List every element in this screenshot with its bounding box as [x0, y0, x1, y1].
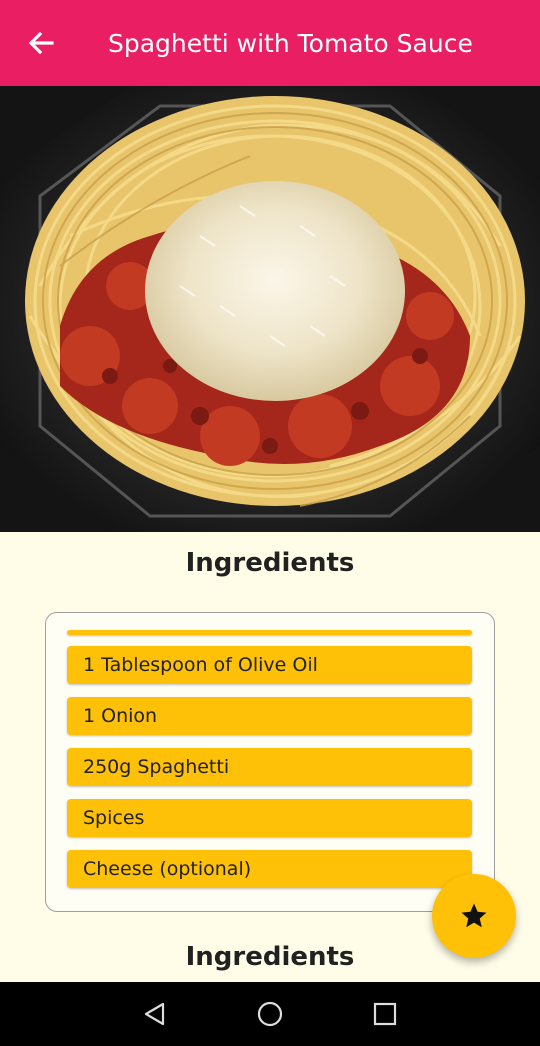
list-item[interactable] [67, 630, 472, 635]
ingredients-heading: Ingredients [185, 548, 355, 578]
arrow-back-icon [28, 31, 54, 55]
spaghetti-with-tomato-sauce-photo [0, 86, 540, 532]
list-item[interactable]: 250g Spaghetti [67, 748, 472, 786]
list-item[interactable]: Cheese (optional) [67, 850, 472, 888]
page-title: Spaghetti with Tomato Sauce [108, 29, 473, 58]
nav-recents-icon [373, 1002, 397, 1026]
nav-back-icon [144, 1002, 165, 1026]
nav-home-icon [257, 1001, 283, 1027]
nav-home-button[interactable] [256, 1000, 284, 1028]
recipe-image [0, 86, 540, 532]
back-button[interactable] [26, 28, 56, 58]
system-nav-bar [0, 982, 540, 1046]
list-item[interactable]: Spices [67, 799, 472, 837]
favorite-fab[interactable] [432, 874, 516, 958]
list-item[interactable]: 1 Onion [67, 697, 472, 735]
nav-recents-button[interactable] [371, 1000, 399, 1028]
app-bar: Spaghetti with Tomato Sauce [0, 0, 540, 86]
nav-back-button[interactable] [141, 1000, 169, 1028]
star-icon [461, 903, 487, 928]
ingredients-card[interactable]: 1 Tablespoon of Olive Oil 1 Onion 250g S… [45, 612, 495, 912]
list-item[interactable]: 1 Tablespoon of Olive Oil [67, 646, 472, 684]
